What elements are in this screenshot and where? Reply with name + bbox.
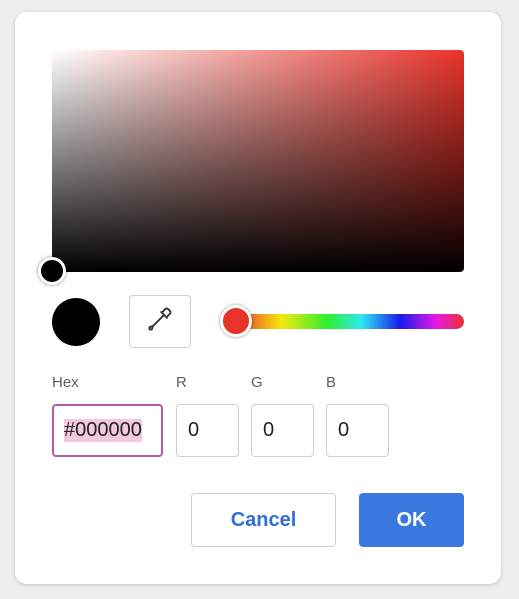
r-label: R [176, 374, 187, 391]
b-input-value: 0 [338, 419, 350, 441]
g-label: G [251, 374, 263, 391]
g-input-value: 0 [263, 419, 275, 441]
hue-slider-handle[interactable] [220, 305, 252, 337]
g-input[interactable]: 0 [251, 404, 314, 457]
hue-slider-track[interactable] [236, 314, 464, 329]
b-input[interactable]: 0 [326, 404, 389, 457]
r-input-value: 0 [188, 419, 200, 441]
b-label: B [326, 374, 337, 391]
r-input[interactable]: 0 [176, 404, 239, 457]
eyedropper-icon [146, 305, 174, 338]
saturation-value-handle[interactable] [38, 257, 66, 285]
ok-button[interactable]: OK [359, 493, 464, 547]
eyedropper-button[interactable] [129, 295, 191, 348]
hex-input-value: #000000 [64, 419, 142, 442]
hex-input[interactable]: #000000 [52, 404, 163, 457]
hex-label: Hex [52, 374, 79, 391]
color-preview-swatch [52, 298, 100, 346]
cancel-button[interactable]: Cancel [191, 493, 336, 547]
saturation-value-area[interactable] [52, 50, 464, 272]
